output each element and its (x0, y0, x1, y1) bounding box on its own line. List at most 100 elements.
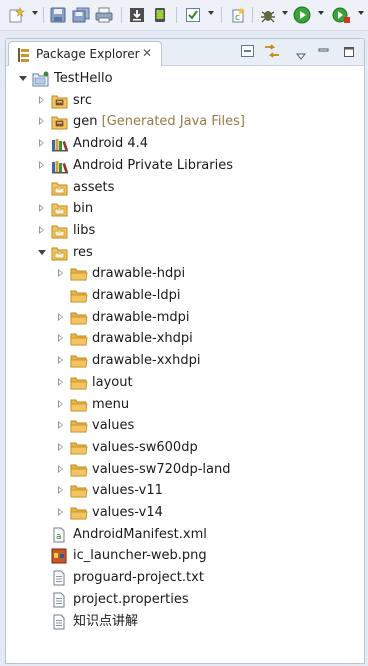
close-icon[interactable]: ✕ (142, 46, 152, 60)
collapse-arrow-icon[interactable] (58, 421, 63, 430)
maximize-icon[interactable] (343, 43, 355, 62)
expand-arrow-icon[interactable] (19, 76, 27, 81)
collapse-all-icon[interactable] (240, 43, 256, 63)
sdk-manager-button[interactable] (127, 5, 147, 25)
tree-item-label: Android 4.4 (73, 136, 149, 152)
save-all-icon (72, 7, 90, 23)
tree-item-libs[interactable]: libs (6, 221, 364, 241)
tree-item-[interactable]: 知识点讲解 (6, 612, 364, 632)
avd-manager-button[interactable] (150, 5, 170, 25)
tree-item-values-sw600dp[interactable]: values-sw600dp (6, 438, 364, 458)
collapse-arrow-icon[interactable] (58, 508, 63, 516)
debug-button[interactable] (258, 5, 278, 25)
run-icon (293, 6, 311, 24)
tree-item-menu[interactable]: menu (6, 395, 364, 415)
save-icon (50, 7, 66, 23)
package-folder-icon (51, 180, 69, 200)
collapse-arrow-icon[interactable] (58, 269, 63, 278)
tree-item-drawable-xhdpi[interactable]: drawable-xhdpi (6, 329, 364, 349)
toolbar-separator (252, 7, 253, 23)
toolbar-separator (121, 7, 122, 23)
xml-file-icon: a (51, 527, 67, 547)
svg-text:a: a (56, 532, 62, 542)
tree-item-drawable-ldpi[interactable]: drawable-ldpi (6, 286, 364, 306)
tree-item-values-v11[interactable]: values-v11 (6, 481, 364, 501)
tree-item-label: drawable-xxhdpi (92, 353, 201, 369)
collapse-arrow-icon[interactable] (58, 486, 63, 495)
external-tool-icon (332, 7, 350, 23)
tree-item-label: drawable-mdpi (92, 309, 190, 325)
tree-item-values-sw720dp-land[interactable]: values-sw720dp-land (6, 460, 364, 480)
tree-item-label: values-v14 (92, 505, 163, 520)
run-button[interactable] (291, 5, 313, 25)
tree-item-values-v14[interactable]: values-v14 (6, 503, 364, 523)
folder-icon (70, 353, 88, 373)
tree-item-src[interactable]: src (6, 91, 364, 111)
collapse-arrow-icon[interactable] (58, 442, 63, 451)
tree-item-bin[interactable]: bin (6, 199, 364, 219)
text-file-icon (51, 592, 67, 612)
print-button[interactable] (94, 5, 114, 25)
new-dropdown-arrow[interactable] (32, 11, 38, 15)
tree-item-layout[interactable]: layout (6, 373, 364, 393)
collapse-arrow-icon[interactable] (58, 334, 63, 343)
collapse-arrow-icon[interactable] (58, 356, 63, 365)
debug-dropdown-arrow[interactable] (282, 11, 288, 15)
tree-item-label: libs (73, 222, 96, 238)
collapse-arrow-icon[interactable] (39, 95, 44, 104)
collapse-arrow-icon[interactable] (39, 225, 44, 234)
svg-text:c: c (235, 13, 240, 23)
collapse-arrow-icon[interactable] (39, 117, 44, 126)
toolbar-separator (221, 7, 222, 23)
package-folder-icon (51, 245, 69, 265)
toolbar-separator (176, 7, 177, 23)
download-sdk-icon (130, 8, 144, 22)
new-android-class-button[interactable]: c (228, 5, 248, 25)
save-all-button[interactable] (71, 5, 91, 25)
link-with-editor-icon[interactable] (263, 43, 281, 63)
collapse-arrow-icon[interactable] (39, 204, 44, 213)
collapse-arrow-icon[interactable] (58, 312, 63, 321)
tree-item-project-properties[interactable]: project.properties (6, 590, 364, 610)
tree-item-drawable-hdpi[interactable]: drawable-hdpi (6, 264, 364, 284)
lint-check-button[interactable] (182, 5, 204, 25)
tree-item-drawable-mdpi[interactable]: drawable-mdpi (6, 308, 364, 328)
tree-item-label: drawable-ldpi (92, 288, 181, 303)
tree-item-testhello[interactable]: TestHello (6, 69, 364, 89)
external-tools-button[interactable] (330, 5, 352, 25)
collapse-arrow-icon[interactable] (58, 377, 63, 386)
external-tools-dropdown-arrow[interactable] (358, 11, 364, 15)
tree-item-gen[interactable]: gen [Generated Java Files] (6, 112, 364, 132)
view-menu-icon[interactable] (295, 46, 307, 65)
tree-item-android-private-libraries[interactable]: Android Private Libraries (6, 156, 364, 176)
android-device-icon (155, 8, 165, 22)
tree-item-assets[interactable]: assets (6, 178, 364, 198)
folder-icon (70, 288, 88, 308)
collapse-arrow-icon[interactable] (58, 399, 63, 408)
view-tab-bar: Package Explorer ✕ (6, 39, 364, 66)
folder-icon (70, 397, 88, 417)
tree-item-label: drawable-xhdpi (92, 331, 193, 347)
expand-arrow-icon[interactable] (38, 249, 46, 255)
tree-item-proguard-project-txt[interactable]: proguard-project.txt (6, 568, 364, 588)
run-dropdown-arrow[interactable] (318, 11, 324, 15)
package-folder-icon (51, 223, 69, 243)
tab-package-explorer[interactable]: Package Explorer ✕ (8, 41, 162, 66)
tree-item-android-4-4[interactable]: Android 4.4 (6, 134, 364, 154)
folder-icon (70, 462, 88, 482)
tree-item-res[interactable]: res (6, 243, 364, 263)
text-file-icon (51, 570, 67, 590)
toolbar-separator (43, 7, 44, 23)
save-button[interactable] (48, 5, 68, 25)
collapse-arrow-icon[interactable] (39, 160, 44, 169)
tree-item-drawable-xxhdpi[interactable]: drawable-xxhdpi (6, 351, 364, 371)
minimize-icon[interactable] (318, 43, 330, 62)
tree-item-label: res (73, 244, 93, 260)
lint-dropdown-arrow[interactable] (208, 11, 214, 15)
tree-item-androidmanifest-xml[interactable]: a AndroidManifest.xml (6, 525, 364, 545)
collapse-arrow-icon[interactable] (39, 139, 44, 148)
tree-item-values[interactable]: values (6, 416, 364, 436)
tree-item-ic-launcher-web-png[interactable]: ic_launcher-web.png (6, 546, 364, 566)
collapse-arrow-icon[interactable] (58, 464, 63, 473)
new-wizard-button[interactable] (6, 5, 28, 25)
